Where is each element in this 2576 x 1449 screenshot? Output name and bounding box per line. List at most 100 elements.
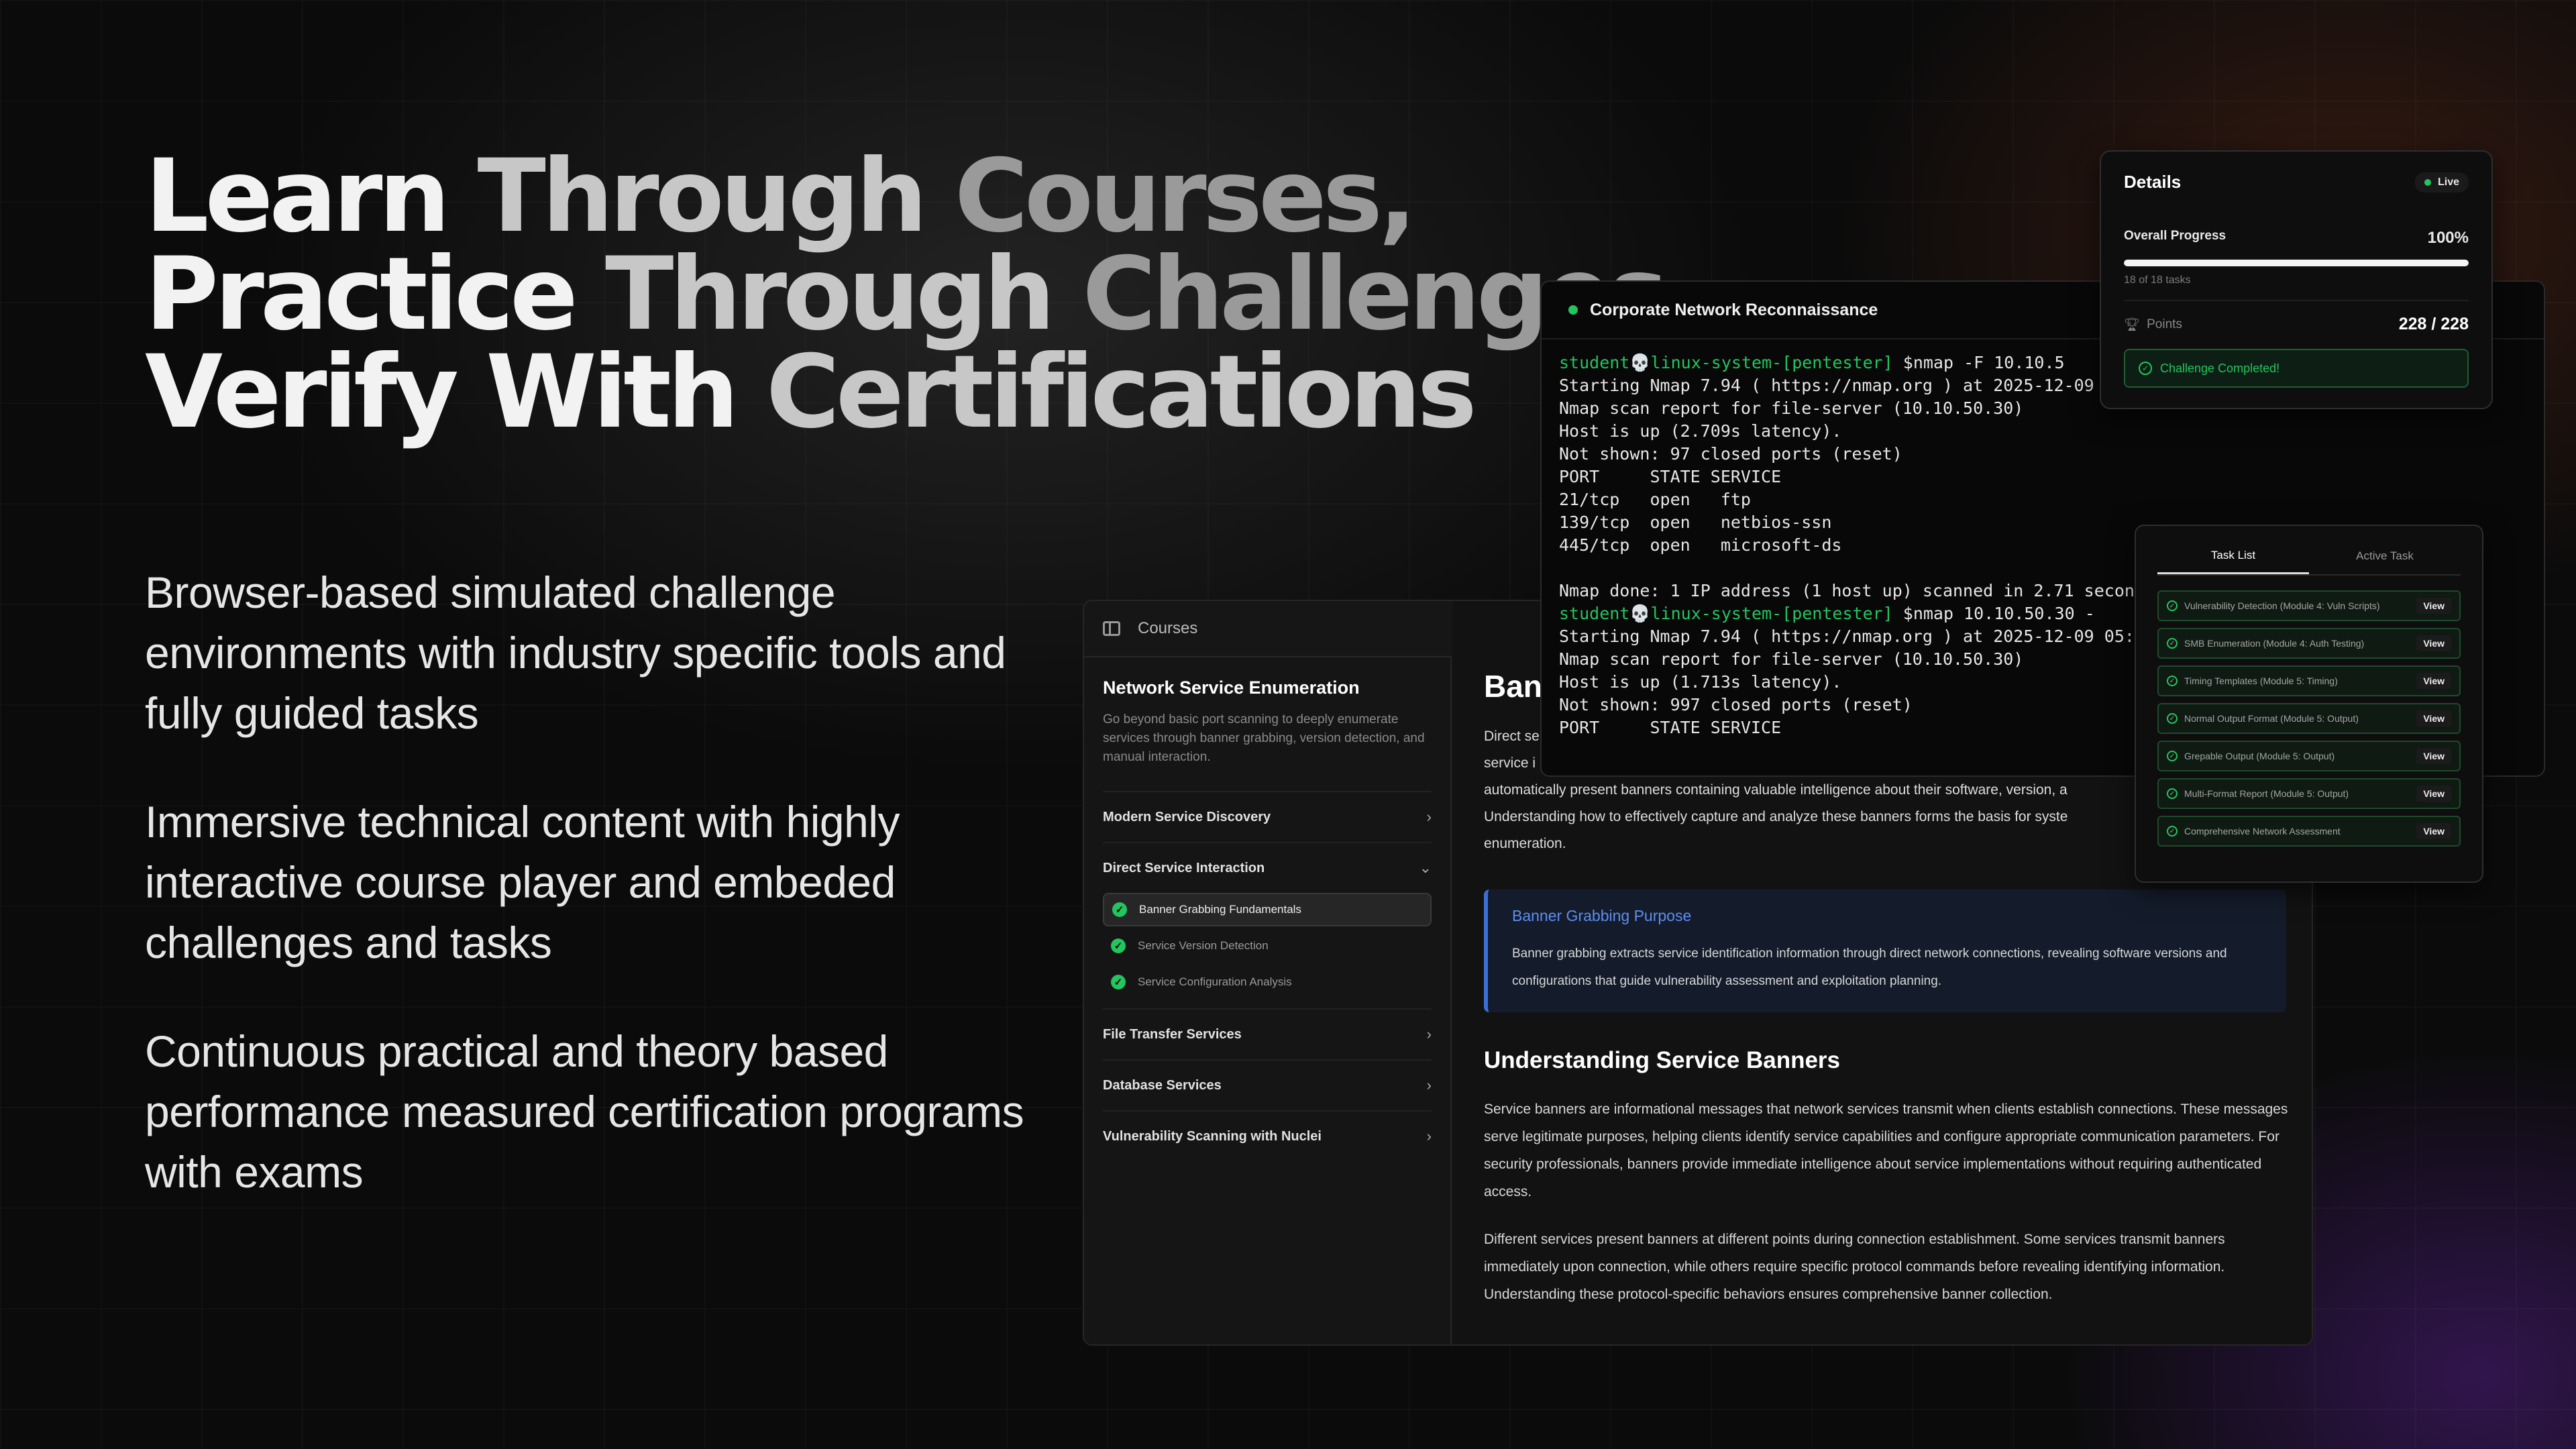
task-tabs: Task List Active Task <box>2157 538 2461 576</box>
task-row: ✓ Normal Output Format (Module 5: Output)… <box>2157 703 2461 734</box>
task-row: ✓ SMB Enumeration (Module 4: Auth Testing… <box>2157 628 2461 659</box>
check-circle-icon: ✓ <box>2167 713 2178 724</box>
headline-line-2: Practice Through Challenges <box>145 244 1668 345</box>
page-headline: Learn Through Courses, Practice Through … <box>145 146 1668 443</box>
headline-line-3: Verify With Certifications <box>145 342 1554 443</box>
live-dot-icon <box>2424 178 2431 186</box>
chevron-right-icon: › <box>1426 808 1432 825</box>
task-label: Multi-Format Report (Module 5: Output) <box>2184 788 2349 799</box>
task-list-card: Task List Active Task ✓ Vulnerability Det… <box>2135 525 2483 883</box>
task-label: SMB Enumeration (Module 4: Auth Testing) <box>2184 638 2365 649</box>
live-badge: Live <box>2414 172 2469 193</box>
check-circle-icon: ✓ <box>2167 751 2178 761</box>
chevron-right-icon: › <box>1426 1077 1432 1093</box>
view-button[interactable]: View <box>2416 635 2451 651</box>
check-circle-icon: ✓ <box>2167 676 2178 686</box>
section-direct-service-interaction[interactable]: Direct Service Interaction ⌄ <box>1103 842 1432 893</box>
lesson-label: Service Version Detection <box>1138 939 1269 952</box>
task-label-wrap: ✓ Normal Output Format (Module 5: Output) <box>2167 713 2359 724</box>
section-modern-service-discovery[interactable]: Modern Service Discovery › <box>1103 791 1432 842</box>
check-circle-icon: ✓ <box>2167 788 2178 799</box>
task-row: ✓ Timing Templates (Module 5: Timing) View <box>2157 665 2461 696</box>
section-label: Vulnerability Scanning with Nuclei <box>1103 1128 1322 1144</box>
task-label-wrap: ✓ Timing Templates (Module 5: Timing) <box>2167 676 2338 686</box>
status-dot-icon <box>1568 305 1578 315</box>
task-label: Timing Templates (Module 5: Timing) <box>2184 676 2338 686</box>
view-button[interactable]: View <box>2416 748 2451 764</box>
section-label: Database Services <box>1103 1077 1222 1093</box>
view-button[interactable]: View <box>2416 673 2451 689</box>
task-label-wrap: ✓ Comprehensive Network Assessment <box>2167 826 2341 837</box>
check-circle-icon: ✓ <box>2139 362 2152 375</box>
terminal-prompt: student💀linux-system-[pentester] <box>1559 353 1893 372</box>
view-button[interactable]: View <box>2416 710 2451 727</box>
terminal-title: Corporate Network Reconnaissance <box>1590 300 1878 319</box>
terminal-prompt: student💀linux-system-[pentester] <box>1559 604 1893 623</box>
check-circle-icon: ✓ <box>2167 826 2178 837</box>
check-icon: ✓ <box>1112 902 1127 917</box>
details-title: Details <box>2124 172 2182 192</box>
lesson-label: Service Configuration Analysis <box>1138 975 1292 988</box>
lesson-banner-grabbing[interactable]: ✓ Banner Grabbing Fundamentals <box>1103 893 1432 926</box>
feature-text: Browser-based simulated challenge enviro… <box>145 568 1006 738</box>
sidebar-toggle-icon[interactable] <box>1103 621 1120 636</box>
lesson-service-configuration-analysis[interactable]: ✓ Service Configuration Analysis <box>1103 965 1432 999</box>
tab-active-task[interactable]: Active Task <box>2309 538 2461 574</box>
task-label-wrap: ✓ Grepable Output (Module 5: Output) <box>2167 751 2334 761</box>
tasks-count: 18 of 18 tasks <box>2124 274 2469 301</box>
section-file-transfer-services[interactable]: File Transfer Services › <box>1103 1008 1432 1059</box>
course-sidebar: Network Service Enumeration Go beyond ba… <box>1084 657 1452 1344</box>
live-label: Live <box>2437 176 2459 188</box>
feature-list: Browser-based simulated challenge enviro… <box>145 562 1084 1250</box>
lesson-service-version-detection[interactable]: ✓ Service Version Detection <box>1103 929 1432 963</box>
terminal-output-block: Starting Nmap 7.94 ( https://nmap.org ) … <box>1559 627 2175 737</box>
headline-word: Verify <box>145 334 459 451</box>
progress-bar <box>2124 260 2469 266</box>
content-paragraph: Service banners are informational messag… <box>1484 1102 2288 1199</box>
headline-line-1: Learn Through Courses, <box>145 146 1554 247</box>
callout-box: Banner Grabbing Purpose Banner grabbing … <box>1484 890 2286 1012</box>
points-label: Points <box>2147 317 2182 331</box>
tab-task-list[interactable]: Task List <box>2157 538 2309 574</box>
check-icon: ✓ <box>1111 938 1126 953</box>
completed-label: Challenge Completed! <box>2160 361 2280 375</box>
task-rows: ✓ Vulnerability Detection (Module 4: Vuln… <box>2157 590 2461 847</box>
terminal-output-block: Starting Nmap 7.94 ( https://nmap.org ) … <box>1559 376 2155 600</box>
course-title: Network Service Enumeration <box>1103 678 1360 698</box>
points-row: 🏆︎ Points 228 / 228 <box>2124 315 2469 334</box>
headline-word: With <box>486 334 739 451</box>
check-circle-icon: ✓ <box>2167 600 2178 611</box>
courses-breadcrumb[interactable]: Courses <box>1138 619 1197 638</box>
details-header: Details Live <box>2124 172 2469 193</box>
task-row: ✓ Grepable Output (Module 5: Output) View <box>2157 741 2461 771</box>
task-label: Normal Output Format (Module 5: Output) <box>2184 713 2359 724</box>
callout-text: Banner grabbing extracts service identif… <box>1512 947 2227 988</box>
points-label-wrap: 🏆︎ Points <box>2124 317 2182 333</box>
chevron-right-icon: › <box>1426 1128 1432 1144</box>
view-button[interactable]: View <box>2416 598 2451 614</box>
task-label-wrap: ✓ SMB Enumeration (Module 4: Auth Testing… <box>2167 638 2364 649</box>
progress-value: 100% <box>2427 229 2469 247</box>
task-label-wrap: ✓ Multi-Format Report (Module 5: Output) <box>2167 788 2349 799</box>
section-vulnerability-scanning[interactable]: Vulnerability Scanning with Nuclei › <box>1103 1110 1432 1161</box>
view-button[interactable]: View <box>2416 823 2451 839</box>
section-database-services[interactable]: Database Services › <box>1103 1059 1432 1110</box>
check-icon: ✓ <box>1111 975 1126 989</box>
progress-label: Overall Progress <box>2124 229 2226 243</box>
section-label: File Transfer Services <box>1103 1026 1242 1042</box>
course-topbar: Courses <box>1084 601 1452 657</box>
feature-text: Continuous practical and theory based pe… <box>145 1026 1024 1197</box>
section-heading: Understanding Service Banners <box>1484 1047 1840 1073</box>
headline-word: Certifications <box>765 334 1477 451</box>
lesson-label: Banner Grabbing Fundamentals <box>1139 903 1301 916</box>
check-circle-icon: ✓ <box>2167 638 2178 649</box>
progress-row: Overall Progress 100% <box>2124 229 2469 248</box>
feature-text: Immersive technical content with highly … <box>145 797 900 967</box>
section-label: Modern Service Discovery <box>1103 809 1271 824</box>
task-row: ✓ Comprehensive Network Assessment View <box>2157 816 2461 847</box>
section-label: Direct Service Interaction <box>1103 860 1265 875</box>
view-button[interactable]: View <box>2416 786 2451 802</box>
details-card: Details Live Overall Progress 100% 18 of… <box>2100 150 2493 409</box>
chevron-right-icon: › <box>1426 1026 1432 1042</box>
task-label: Comprehensive Network Assessment <box>2184 826 2341 837</box>
